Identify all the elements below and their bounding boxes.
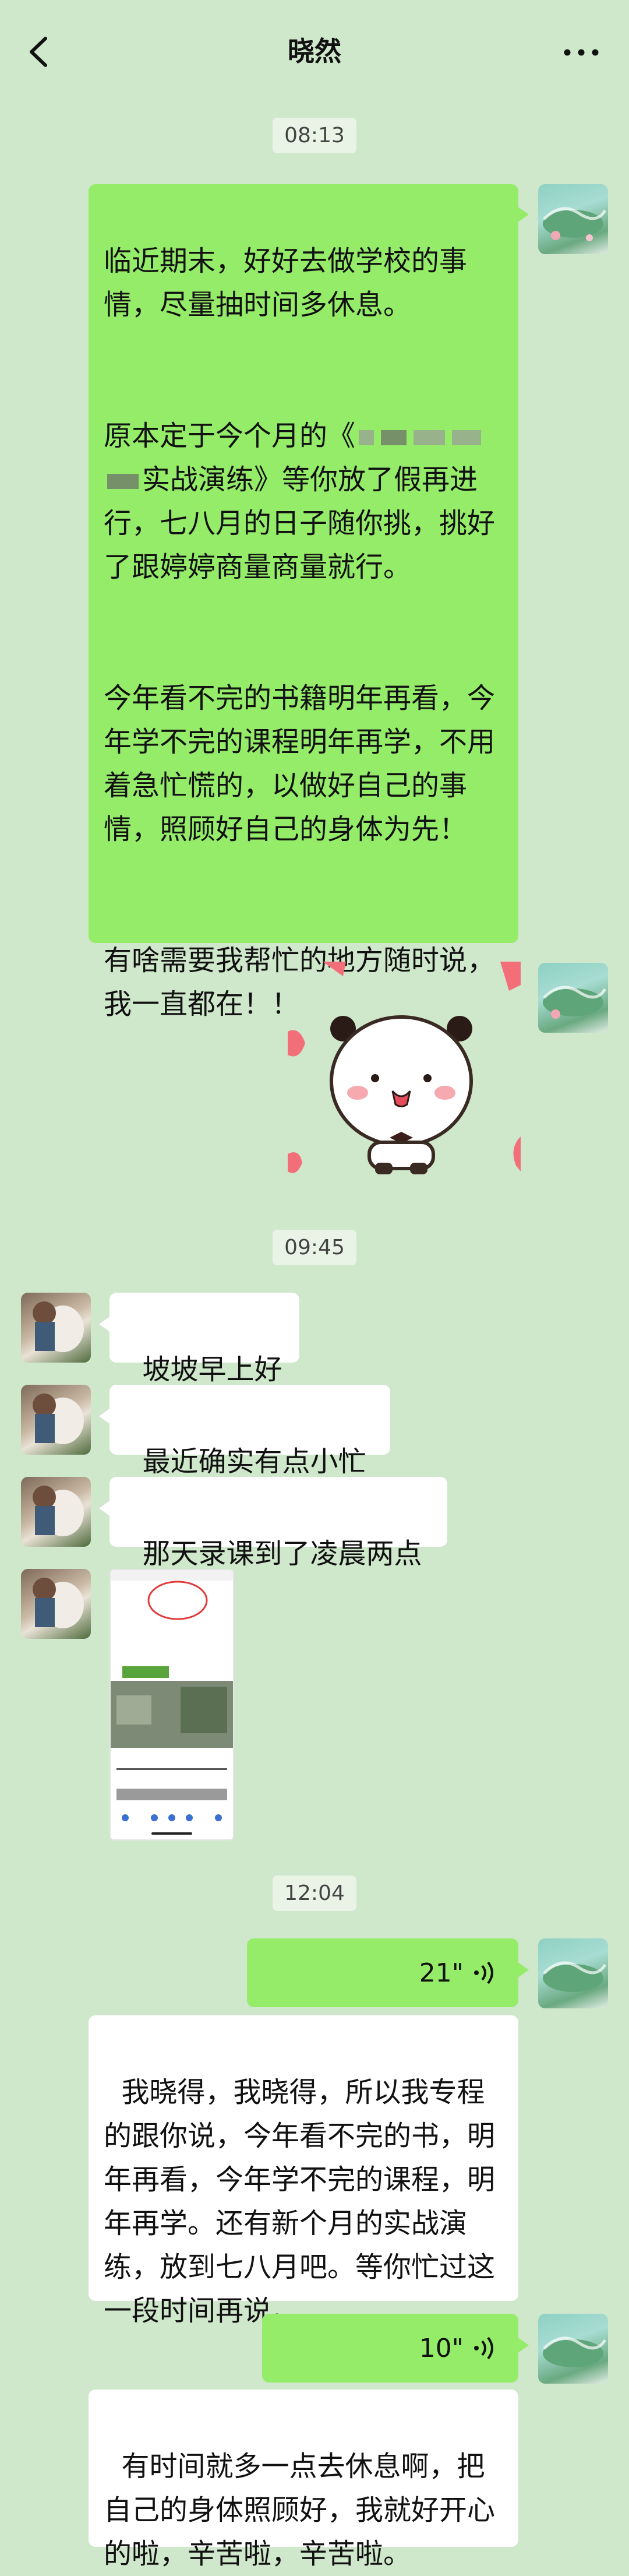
avatar[interactable] bbox=[538, 963, 608, 1033]
avatar[interactable] bbox=[21, 1569, 91, 1639]
timestamp-label: 12:04 bbox=[273, 1875, 356, 1911]
avatar[interactable] bbox=[21, 1293, 91, 1363]
message-text: 今年看不完的书籍明年再看，今年学不完的课程明年再学，不用着急忙慌的，以做好自己的… bbox=[104, 682, 496, 846]
avatar[interactable] bbox=[21, 1385, 91, 1455]
message-bubble-incoming[interactable]: 那天录课到了凌晨两点 bbox=[99, 1477, 447, 1570]
redacted-block bbox=[452, 430, 482, 445]
voice-message[interactable]: 10" bbox=[262, 2314, 529, 2383]
message-bubble-outgoing-white[interactable]: 我晓得，我晓得，所以我专程的跟你说，今年看不完的书，明年再看，今年学不完的课程，… bbox=[89, 2015, 518, 2327]
avatar-image bbox=[543, 207, 607, 241]
chat-title: 晓然 bbox=[288, 36, 341, 67]
image-message-thumbnail[interactable] bbox=[109, 1569, 234, 1840]
voice-duration: 10" bbox=[419, 2333, 464, 2363]
avatar[interactable] bbox=[21, 1477, 91, 1547]
avatar-image bbox=[543, 986, 607, 1019]
message-text-fragment: 实战演练》等你放了假再进行，七八月的日子随你挑，挑好了跟婷婷商量商量就行。 bbox=[104, 463, 496, 583]
message-bubble-outgoing[interactable]: 临近期末，好好去做学校的事情，尽量抽时间多休息。 原本定于今个月的《实战演练》等… bbox=[89, 184, 529, 1020]
voice-message[interactable]: 21" bbox=[247, 1938, 529, 2007]
timestamp: 12:04 bbox=[0, 1875, 629, 1911]
message-bubble-incoming[interactable]: 坡坡早上好 bbox=[99, 1293, 299, 1386]
message-text: 我晓得，我晓得，所以我专程的跟你说，今年看不完的书，明年再看，今年学不完的课程，… bbox=[104, 2076, 496, 2327]
avatar-image bbox=[543, 2336, 607, 2367]
message-bubble-outgoing-white[interactable]: 有时间就多一点去休息啊，把自己的身体照顾好，我就好开心的啦，辛苦啦，辛苦啦。 bbox=[89, 2390, 518, 2570]
timestamp-label: 09:45 bbox=[273, 1230, 356, 1265]
message-text: 临近期末，好好去做学校的事情，尽量抽时间多休息。 bbox=[104, 245, 468, 321]
avatar-image bbox=[33, 1393, 84, 1444]
voice-wave-icon bbox=[474, 2336, 493, 2360]
avatar[interactable] bbox=[538, 184, 608, 254]
redacted-block bbox=[381, 430, 407, 445]
message-text: 那天录课到了凌晨两点 bbox=[142, 1537, 422, 1570]
voice-wave-icon bbox=[474, 1961, 493, 1984]
message-text: 原本定于今个月的《实战演练》等你放了假再进行，七八月的日子随你挑，挑好了跟婷婷商… bbox=[104, 414, 503, 589]
message-text: 最近确实有点小忙 bbox=[142, 1445, 366, 1478]
voice-duration: 21" bbox=[419, 1958, 464, 1988]
redacted-block bbox=[414, 430, 446, 445]
avatar[interactable] bbox=[538, 2314, 608, 2384]
timestamp-label: 08:13 bbox=[273, 118, 356, 153]
avatar[interactable] bbox=[538, 1938, 608, 2008]
message-text-fragment: 原本定于今个月的《 bbox=[104, 420, 356, 452]
avatar-image bbox=[33, 1578, 84, 1628]
message-text: 有时间就多一点去休息啊，把自己的身体照顾好，我就好开心的啦，辛苦啦，辛苦啦。 bbox=[104, 2450, 496, 2570]
timestamp: 08:13 bbox=[0, 118, 629, 153]
panda-sticker[interactable] bbox=[288, 962, 521, 1183]
redacted-block bbox=[107, 474, 139, 489]
message-bubble-incoming[interactable]: 最近确实有点小忙 bbox=[99, 1385, 390, 1478]
avatar-image bbox=[33, 1486, 84, 1536]
screenshot-preview bbox=[111, 1570, 233, 1839]
redacted-block bbox=[359, 430, 374, 445]
avatar-image bbox=[543, 1961, 607, 1992]
top-bar: 晓然 bbox=[0, 0, 629, 102]
timestamp: 09:45 bbox=[0, 1230, 629, 1265]
message-text: 坡坡早上好 bbox=[142, 1353, 282, 1386]
more-dots-icon[interactable] bbox=[564, 49, 599, 56]
avatar-image bbox=[33, 1301, 84, 1352]
